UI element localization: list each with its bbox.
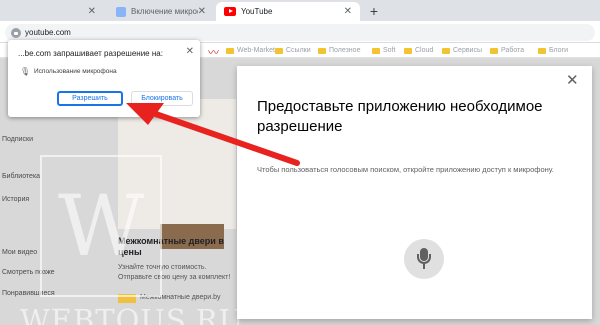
- bookmark-label: Ссылки: [286, 47, 311, 54]
- folder-icon: [226, 47, 234, 54]
- close-icon[interactable]: ✕: [344, 6, 352, 17]
- bookmark-item[interactable]: Web-Market: [226, 45, 275, 56]
- popup-title: ...be.com запрашивает разрешение на:: [18, 49, 163, 58]
- folder-icon: [404, 47, 412, 54]
- bookmark-item[interactable]: Работа: [490, 45, 524, 56]
- bookmark-label: Web-Market: [237, 47, 275, 54]
- sidebar-item[interactable]: Библиотека: [2, 173, 40, 180]
- bookmark-label: Сервисы: [453, 47, 483, 54]
- folder-icon: [275, 47, 283, 54]
- address-bar[interactable]: youtube.com: [5, 24, 595, 41]
- tab-favicon-icon: [116, 6, 126, 17]
- watermark: WEBTOUS.RU: [20, 303, 245, 325]
- lock-icon[interactable]: [11, 27, 21, 38]
- close-icon[interactable]: ✕: [186, 46, 194, 57]
- block-button[interactable]: Блокировать: [131, 91, 193, 106]
- tab-1[interactable]: ✕: [4, 2, 104, 21]
- bookmark-item[interactable]: Ссылки: [275, 45, 311, 56]
- tab-2-title: Включение микрофона на YouTube в бра: [131, 7, 198, 16]
- permission-dialog: ✕ Предоставьте приложению необходимое ра…: [237, 66, 592, 319]
- bookmark-label: Блоги: [549, 47, 569, 54]
- microphone-icon: 🎙: [20, 67, 31, 76]
- chart-icon[interactable]: 〰: [208, 44, 219, 60]
- close-icon[interactable]: ✕: [198, 6, 206, 17]
- folder-icon: [490, 47, 498, 54]
- microphone-icon[interactable]: [404, 239, 444, 279]
- youtube-icon: [224, 7, 236, 16]
- url-text: youtube.com: [25, 28, 71, 37]
- folder-icon: [538, 47, 546, 54]
- folder-icon: [442, 47, 450, 54]
- allow-button[interactable]: Разрешить: [57, 91, 123, 106]
- folder-icon: [372, 47, 380, 54]
- watermark-letter: W: [58, 177, 145, 275]
- permission-text: Использование микрофона: [34, 68, 117, 75]
- bookmark-item[interactable]: Сервисы: [442, 45, 482, 56]
- sidebar-item[interactable]: История: [2, 196, 29, 203]
- tab-youtube[interactable]: YouTube ✕: [216, 2, 360, 21]
- bookmark-label: Работа: [501, 47, 525, 54]
- sidebar-item[interactable]: Мои видео: [2, 249, 37, 256]
- bookmark-label: Soft: [383, 47, 396, 54]
- close-icon[interactable]: ✕: [566, 73, 579, 88]
- tab-3-title: YouTube: [241, 7, 273, 16]
- new-tab-icon[interactable]: +: [365, 2, 383, 20]
- dialog-title: Предоставьте приложению необходимое разр…: [257, 98, 543, 135]
- close-icon[interactable]: ✕: [88, 6, 96, 17]
- tab-strip: ✕ Включение микрофона на YouTube в бра ✕…: [0, 0, 600, 21]
- bookmark-label: Cloud: [415, 47, 434, 54]
- bookmark-item[interactable]: Блоги: [538, 45, 568, 56]
- tab-2[interactable]: Включение микрофона на YouTube в бра ✕: [108, 2, 214, 21]
- sidebar-item[interactable]: Подписки: [2, 136, 33, 143]
- permission-popup: ...be.com запрашивает разрешение на: ✕ 🎙…: [8, 40, 200, 117]
- folder-icon: [318, 47, 326, 54]
- bookmark-item[interactable]: Полезное: [318, 45, 360, 56]
- bookmark-item[interactable]: Cloud: [404, 45, 433, 56]
- bookmark-item[interactable]: Soft: [372, 45, 395, 56]
- bookmark-label: Полезное: [329, 47, 361, 54]
- dialog-body: Чтобы пользоваться голосовым поиском, от…: [257, 165, 554, 174]
